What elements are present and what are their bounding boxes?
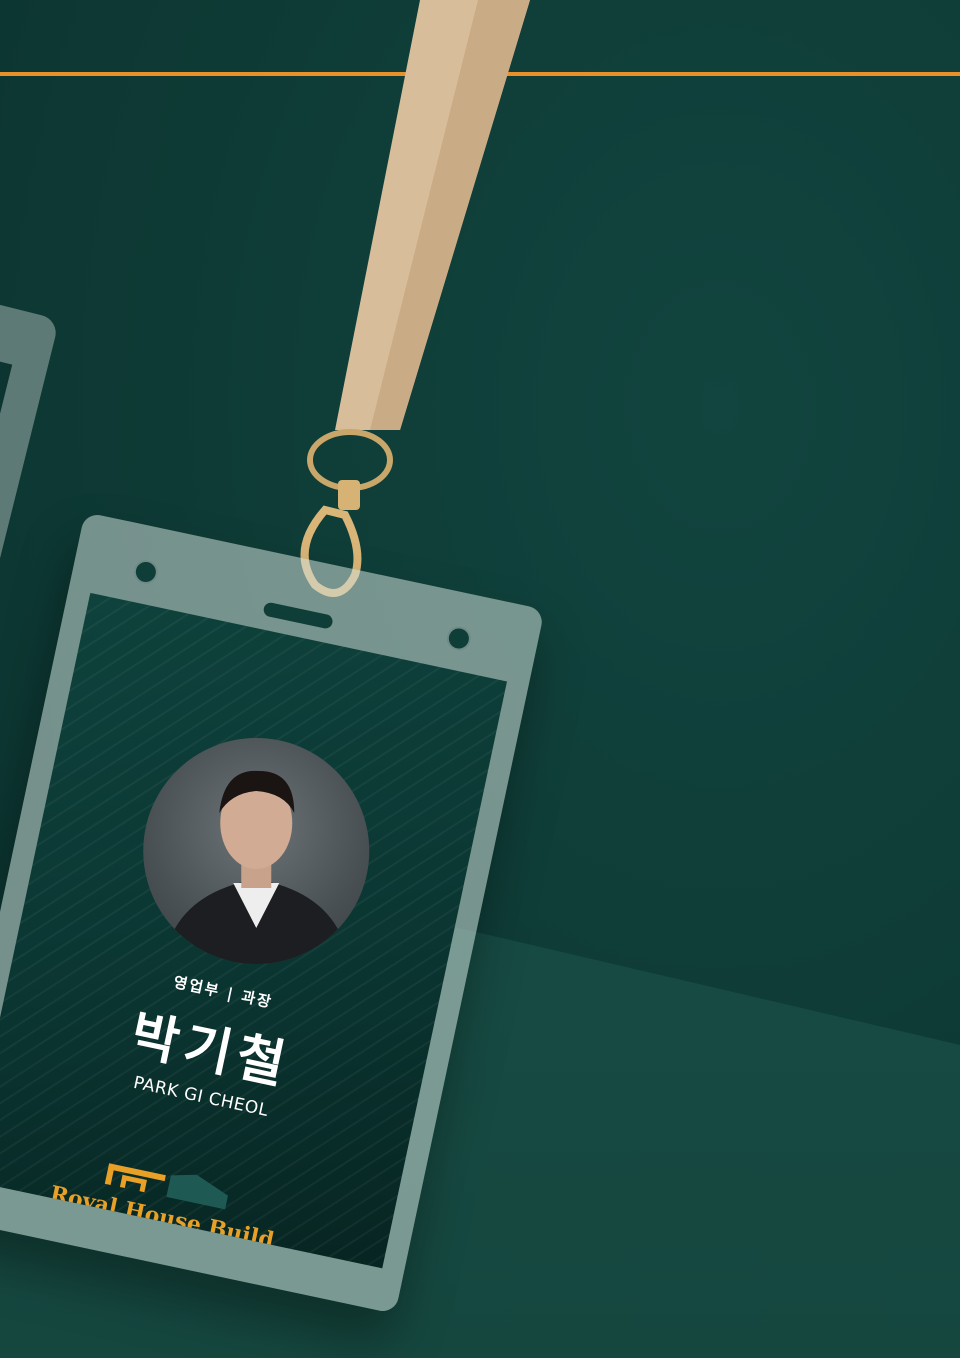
holder-hole-left [131, 557, 161, 587]
accent-line [0, 72, 960, 76]
person-avatar-icon [163, 770, 350, 965]
holder-slot [262, 601, 334, 630]
holder-hole-right [444, 624, 474, 653]
profile-photo [143, 738, 370, 965]
company-logo: Royal House Build [33, 1141, 300, 1254]
